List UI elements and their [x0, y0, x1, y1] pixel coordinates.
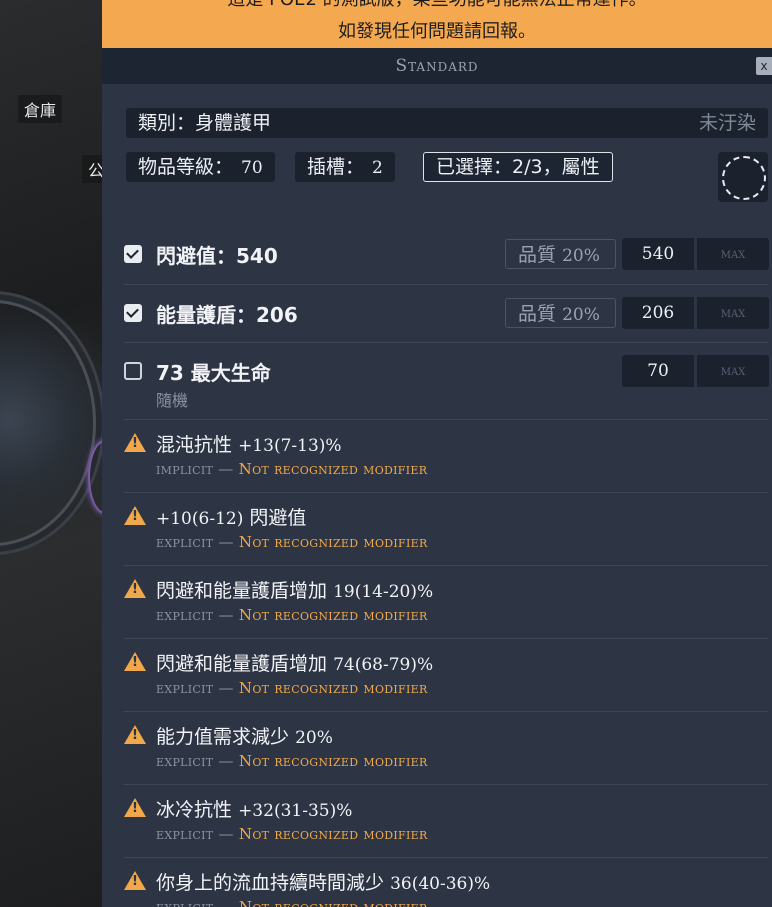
- modifier-status: explicit — Not recognized modifier: [156, 898, 428, 907]
- category-filter[interactable]: 類別：身體護甲 未汙染: [126, 108, 768, 138]
- stat-label: 73 最大生命: [156, 361, 271, 385]
- sockets-value: 2: [372, 158, 383, 178]
- selected-filter-summary[interactable]: 已選擇：2/3，屬性: [423, 152, 613, 182]
- warning-icon: [124, 433, 146, 452]
- modifier-row[interactable]: 你身上的流血持續時間減少 36(40-36)% explicit — Not r…: [124, 866, 768, 907]
- quality-toggle[interactable]: 品質 20%: [505, 298, 616, 328]
- loading-ring-icon: [722, 156, 766, 200]
- checkbox-icon[interactable]: [124, 245, 142, 263]
- modifier-status: explicit — Not recognized modifier: [156, 752, 428, 770]
- warning-icon: [124, 506, 146, 525]
- checkbox-icon[interactable]: [124, 362, 142, 380]
- quality-percent: 20%: [562, 246, 600, 266]
- warning-icon: [124, 798, 146, 817]
- item-level-label: 物品等級：: [138, 156, 234, 178]
- divider: [124, 565, 768, 566]
- item-level-value: 70: [241, 158, 263, 178]
- min-value-input[interactable]: 206: [622, 297, 694, 329]
- modifier-text: +10(6-12) 閃避值: [156, 507, 307, 529]
- stat-label: 閃避值：540: [156, 244, 278, 268]
- max-value-input[interactable]: max: [696, 355, 769, 387]
- item-level-filter[interactable]: 物品等級： 70: [126, 152, 275, 182]
- divider: [124, 857, 768, 858]
- corruption-status[interactable]: 未汙染: [699, 108, 756, 138]
- league-title: Standard: [395, 56, 479, 76]
- divider: [124, 784, 768, 785]
- divider: [124, 711, 768, 712]
- min-value-input[interactable]: 70: [622, 355, 694, 387]
- modifier-text: 混沌抗性 +13(7-13)%: [156, 434, 342, 456]
- selected-label: 已選擇：2/3，屬性: [436, 156, 600, 178]
- stat-row-max-life[interactable]: 73 最大生命 隨機 70 max: [124, 351, 769, 413]
- sockets-filter[interactable]: 插槽： 2: [295, 152, 395, 182]
- modifier-status: explicit — Not recognized modifier: [156, 606, 428, 624]
- divider: [124, 419, 768, 420]
- modifier-status: explicit — Not recognized modifier: [156, 679, 428, 697]
- modifier-row[interactable]: 閃避和能量護盾增加 74(68-79)% explicit — Not reco…: [124, 647, 768, 703]
- modifier-status: explicit — Not recognized modifier: [156, 825, 428, 843]
- game-background: [0, 0, 102, 907]
- banner-line-2: 如發現任何問題請回報。: [338, 21, 536, 42]
- stat-label: 能量護盾：206: [156, 303, 298, 327]
- warning-icon: [124, 725, 146, 744]
- max-value-input[interactable]: max: [696, 238, 769, 270]
- stat-row-evasion[interactable]: 閃避值：540 品質 20% 540 max: [124, 234, 769, 274]
- warning-icon: [124, 579, 146, 598]
- modifier-status: implicit — Not recognized modifier: [156, 460, 428, 478]
- max-value-input[interactable]: max: [696, 297, 769, 329]
- close-icon[interactable]: x: [756, 57, 772, 75]
- floor-rune-circle: [0, 300, 96, 546]
- stat-sub-label: 隨機: [156, 391, 189, 410]
- divider: [124, 638, 768, 639]
- modifier-status: explicit — Not recognized modifier: [156, 533, 428, 551]
- sockets-label: 插槽：: [307, 156, 365, 178]
- panel-titlebar[interactable]: Standard x: [102, 48, 772, 84]
- modifier-text: 閃避和能量護盾增加 19(14-20)%: [156, 580, 434, 602]
- modifier-text: 能力值需求減少 20%: [156, 726, 333, 748]
- divider: [124, 342, 768, 343]
- price-check-panel: Standard x 類別：身體護甲 未汙染 物品等級： 70 插槽： 2 已選擇：…: [102, 48, 772, 907]
- checkbox-icon[interactable]: [124, 304, 142, 322]
- search-status-button[interactable]: [718, 152, 768, 202]
- stash-label[interactable]: 倉庫: [18, 95, 63, 123]
- quality-label: 品質: [518, 244, 557, 266]
- modifier-text: 閃避和能量護盾增加 74(68-79)%: [156, 653, 434, 675]
- divider: [124, 284, 768, 285]
- quality-label: 品質: [518, 303, 557, 325]
- warning-icon: [124, 652, 146, 671]
- modifier-text: 你身上的流血持續時間減少 36(40-36)%: [156, 872, 491, 894]
- beta-warning-banner: 這是 POE2 的測試版，某些功能可能無法正常運作。 如發現任何問題請回報。: [102, 0, 772, 48]
- modifier-row[interactable]: 閃避和能量護盾增加 19(14-20)% explicit — Not reco…: [124, 574, 768, 630]
- warning-icon: [124, 871, 146, 890]
- modifier-row[interactable]: 混沌抗性 +13(7-13)% implicit — Not recognize…: [124, 428, 768, 484]
- quality-percent: 20%: [562, 305, 600, 325]
- min-value-input[interactable]: 540: [622, 238, 694, 270]
- modifier-row[interactable]: +10(6-12) 閃避值 explicit — Not recognized …: [124, 501, 768, 557]
- stat-row-energy-shield[interactable]: 能量護盾：206 品質 20% 206 max: [124, 293, 769, 333]
- category-label: 類別：身體護甲: [138, 112, 272, 134]
- banner-line-1: 這是 POE2 的測試版，某些功能可能無法正常運作。: [102, 0, 772, 14]
- modifier-row[interactable]: 冰冷抗性 +32(31-35)% explicit — Not recogniz…: [124, 793, 768, 849]
- modifier-text: 冰冷抗性 +32(31-35)%: [156, 799, 353, 821]
- divider: [124, 492, 768, 493]
- quality-toggle[interactable]: 品質 20%: [505, 239, 616, 269]
- modifier-row[interactable]: 能力值需求減少 20% explicit — Not recognized mo…: [124, 720, 768, 776]
